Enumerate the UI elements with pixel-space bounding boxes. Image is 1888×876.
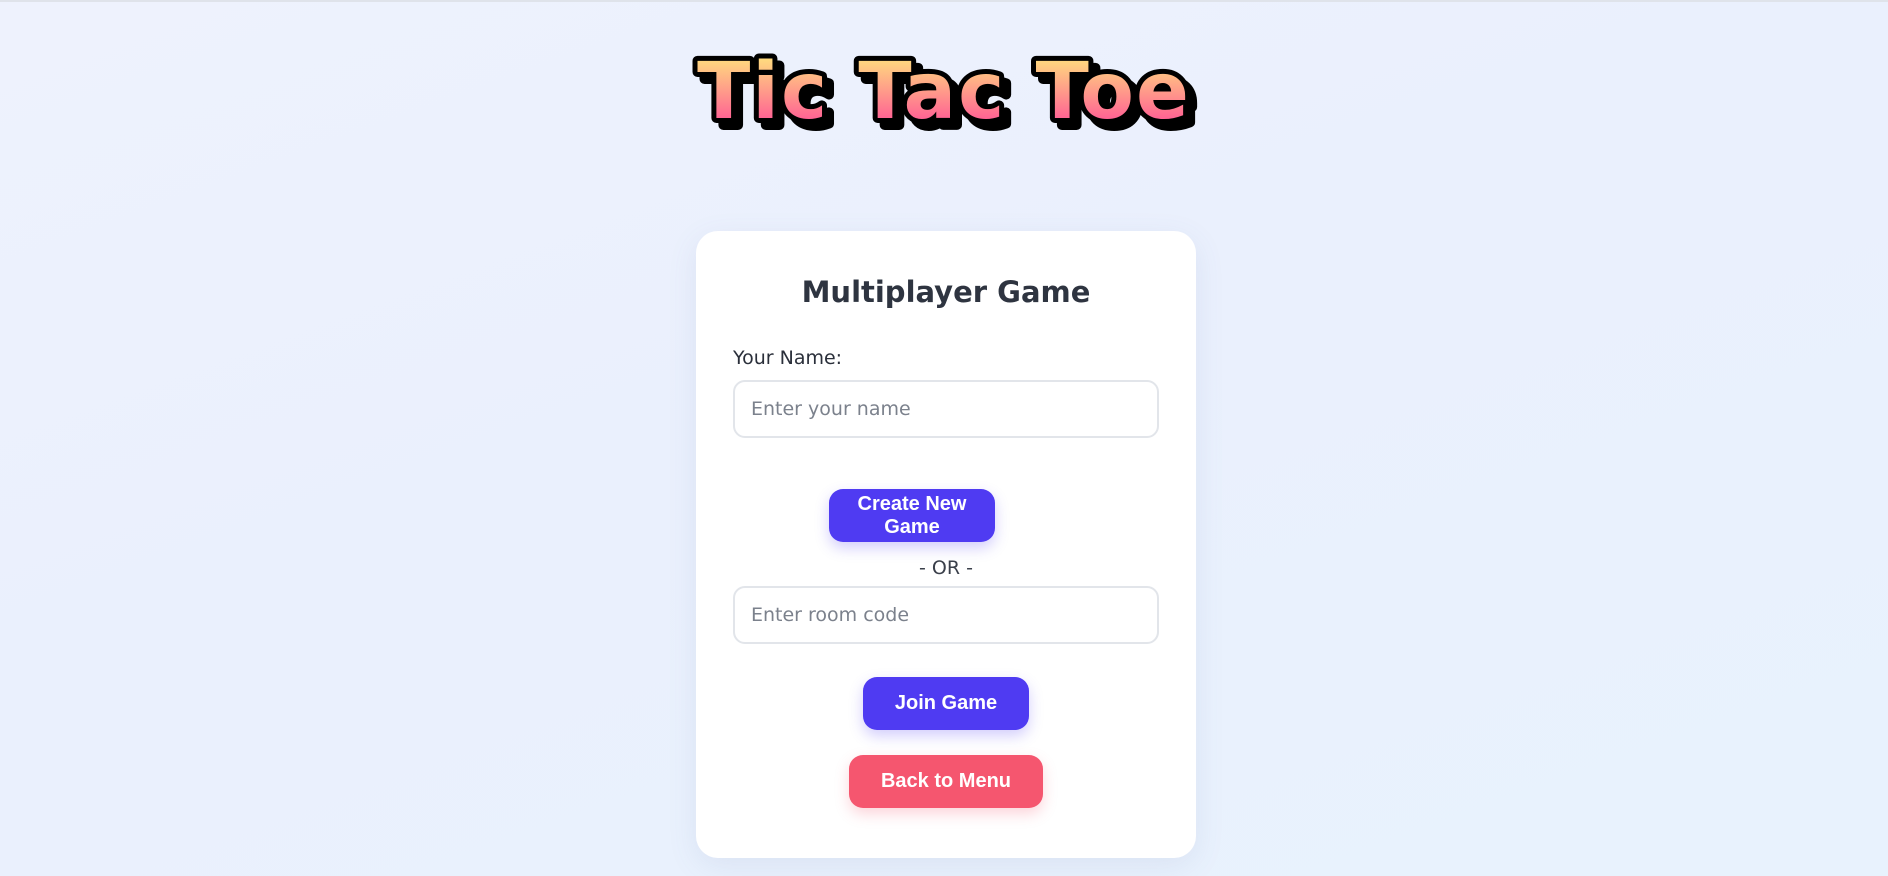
join-game-button[interactable]: Join Game xyxy=(863,677,1029,730)
create-game-button[interactable]: Create New Game xyxy=(829,489,995,542)
title-text: Tic Tac Toe xyxy=(697,48,1191,137)
back-to-menu-button[interactable]: Back to Menu xyxy=(849,755,1043,808)
app-title: Tic Tac Toe Tic Tac Toe Tic Tac Toe xyxy=(0,48,1888,148)
room-code-input[interactable] xyxy=(733,586,1159,644)
name-input[interactable] xyxy=(733,380,1159,438)
card-title: Multiplayer Game xyxy=(801,275,1091,309)
or-divider: - OR - xyxy=(919,557,973,579)
multiplayer-card: Multiplayer Game Your Name: Create New G… xyxy=(696,231,1196,858)
title-graphic: Tic Tac Toe Tic Tac Toe Tic Tac Toe xyxy=(692,48,1201,148)
name-label: Your Name: xyxy=(733,347,843,369)
